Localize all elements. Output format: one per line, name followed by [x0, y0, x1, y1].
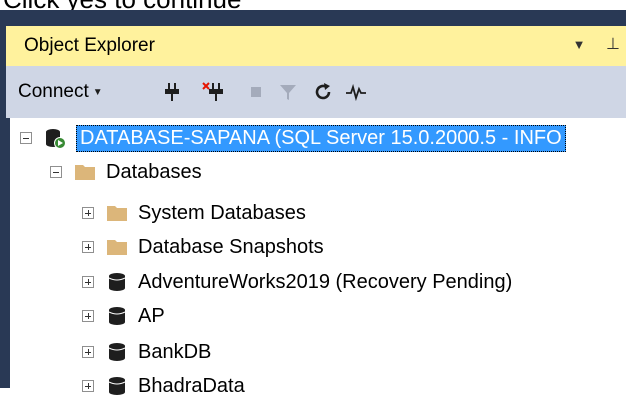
- expand-toggle[interactable]: [82, 310, 94, 322]
- server-connected-icon: [46, 129, 66, 149]
- expand-toggle[interactable]: [82, 241, 94, 253]
- folder-icon: [75, 165, 95, 180]
- connect-button[interactable]: Connect ▼: [18, 81, 103, 103]
- pin-icon[interactable]: ⊥: [606, 34, 620, 54]
- database-icon: [108, 377, 126, 395]
- database-icon: [108, 343, 126, 361]
- tree-item-label: BankDB: [138, 340, 212, 363]
- tree-item-label: AP: [138, 304, 165, 327]
- stop-icon[interactable]: [246, 82, 266, 102]
- object-explorer-tree: DATABASE-SAPANA (SQL Server 15.0.2000.5 …: [10, 118, 626, 397]
- collapse-toggle[interactable]: [20, 132, 32, 144]
- tree-item-label: System Databases: [138, 201, 306, 224]
- tree-item-system-databases[interactable]: System Databases: [82, 197, 306, 229]
- databases-node[interactable]: Databases: [50, 156, 202, 188]
- refresh-icon[interactable]: [313, 82, 333, 102]
- tree-item-bankdb[interactable]: BankDB: [82, 336, 211, 368]
- connect-caret-icon[interactable]: ▼: [93, 87, 103, 98]
- expand-toggle[interactable]: [82, 207, 94, 219]
- folder-icon: [107, 240, 127, 255]
- tree-item-ap[interactable]: AP: [82, 300, 165, 332]
- connect-label: Connect: [18, 81, 89, 102]
- activity-monitor-icon[interactable]: [345, 82, 367, 102]
- folder-icon: [107, 206, 127, 221]
- object-explorer-title-bar[interactable]: Object Explorer ▼ ⊥: [6, 26, 626, 66]
- disconnect-plug-icon[interactable]: [202, 82, 226, 102]
- tree-item-label: Database Snapshots: [138, 235, 324, 258]
- window-position-dropdown-icon[interactable]: ▼: [572, 37, 586, 52]
- tree-item-label: AdventureWorks2019 (Recovery Pending): [138, 270, 513, 293]
- filter-icon[interactable]: [278, 82, 298, 102]
- database-icon: [108, 307, 126, 325]
- object-explorer-toolbar: Connect ▼: [6, 66, 626, 118]
- connect-plug-icon[interactable]: [162, 82, 182, 102]
- server-label: DATABASE-SAPANA (SQL Server 15.0.2000.5 …: [76, 124, 566, 152]
- tree-item-label: BhadraData: [138, 374, 245, 397]
- tree-item-adventureworks2019[interactable]: AdventureWorks2019 (Recovery Pending): [82, 266, 512, 298]
- expand-toggle[interactable]: [82, 346, 94, 358]
- server-node[interactable]: DATABASE-SAPANA (SQL Server 15.0.2000.5 …: [20, 122, 566, 154]
- databases-label: Databases: [106, 160, 202, 183]
- tree-item-database-snapshots[interactable]: Database Snapshots: [82, 231, 324, 263]
- expand-toggle[interactable]: [82, 276, 94, 288]
- database-icon: [108, 273, 126, 291]
- expand-toggle[interactable]: [82, 380, 94, 392]
- tree-item-bhadradata[interactable]: BhadraData: [82, 370, 245, 402]
- panel-title: Object Explorer: [24, 35, 155, 56]
- collapse-toggle[interactable]: [50, 166, 62, 178]
